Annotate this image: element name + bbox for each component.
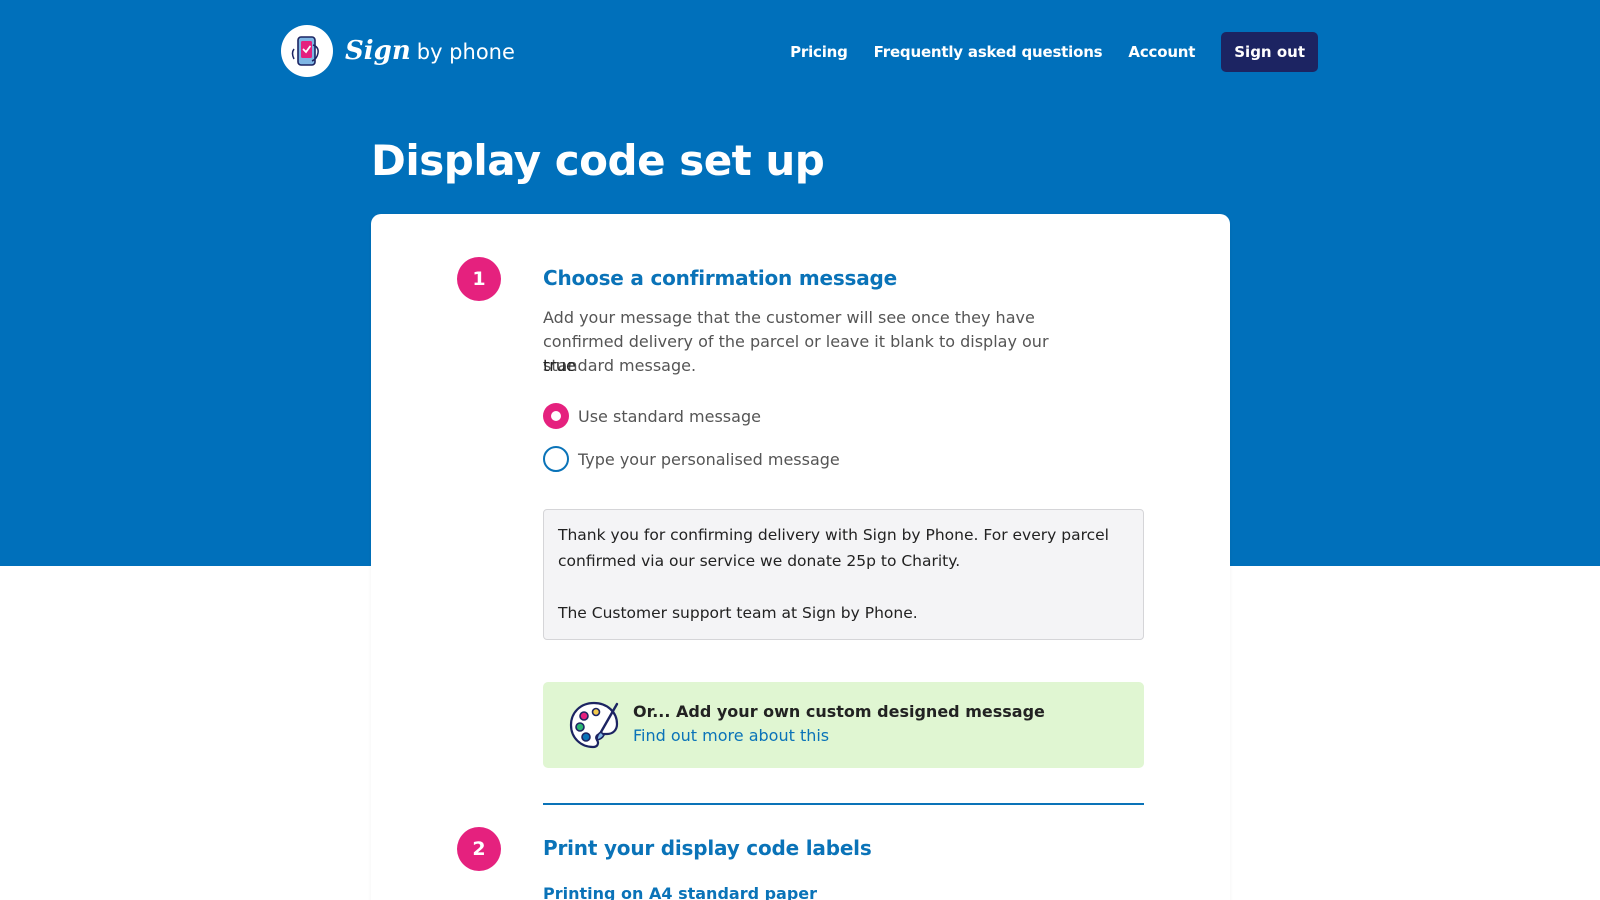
radio-unchecked-icon[interactable]	[543, 446, 569, 472]
nav-pricing[interactable]: Pricing	[790, 43, 848, 61]
logo[interactable]: Sign by phone	[281, 25, 515, 77]
logo-sign-text: Sign	[345, 36, 411, 66]
phone-check-logo-icon	[281, 25, 333, 77]
palette-icon	[567, 698, 621, 756]
sign-out-button[interactable]: Sign out	[1221, 32, 1318, 72]
main-nav: Pricing Frequently asked questions Accou…	[790, 32, 1318, 72]
message-preview: Thank you for confirming delivery with S…	[543, 509, 1144, 640]
site-header: Sign by phone Pricing Frequently asked q…	[0, 0, 1600, 105]
step-2-number: 2	[457, 827, 501, 871]
message-line-1: Thank you for confirming delivery with S…	[558, 526, 1109, 570]
setup-card: 1 Choose a confirmation message Add your…	[371, 214, 1230, 900]
logo-rest-text: by phone	[416, 40, 515, 64]
step-1-value: true	[543, 356, 576, 375]
nav-account[interactable]: Account	[1128, 43, 1195, 61]
page-title: Display code set up	[371, 136, 825, 185]
step-1-heading: Choose a confirmation message	[543, 266, 898, 290]
step-2-heading: Print your display code labels	[543, 836, 872, 860]
find-out-more-link[interactable]: Find out more about this	[633, 726, 829, 745]
radio-checked-icon[interactable]	[543, 403, 569, 429]
nav-faq[interactable]: Frequently asked questions	[874, 43, 1103, 61]
custom-message-callout: Or... Add your own custom designed messa…	[543, 682, 1144, 768]
step-1-number: 1	[457, 257, 501, 301]
message-line-2: The Customer support team at Sign by Pho…	[558, 604, 918, 622]
radio-standard-message[interactable]: Use standard message	[543, 403, 761, 429]
printing-a4-link[interactable]: Printing on A4 standard paper	[543, 884, 817, 900]
step-1-description: Add your message that the customer will …	[543, 308, 1049, 375]
radio-personalised-label: Type your personalised message	[578, 449, 840, 469]
custom-message-title: Or... Add your own custom designed messa…	[633, 702, 1045, 721]
radio-standard-label: Use standard message	[578, 406, 761, 426]
radio-personalised-message[interactable]: Type your personalised message	[543, 446, 840, 472]
section-divider	[543, 803, 1144, 805]
